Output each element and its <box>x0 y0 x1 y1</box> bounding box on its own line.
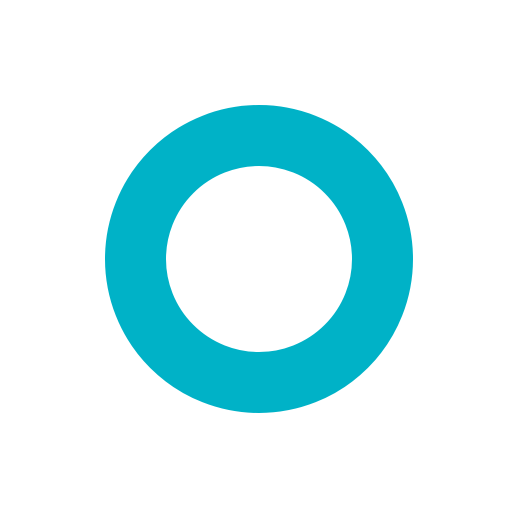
icon-canvas <box>0 0 512 512</box>
ring-icon <box>105 105 413 413</box>
ring-shape <box>105 105 413 413</box>
